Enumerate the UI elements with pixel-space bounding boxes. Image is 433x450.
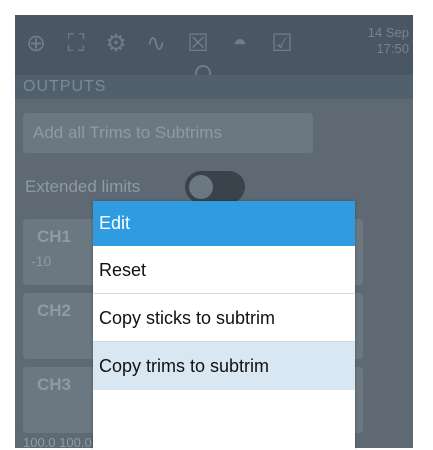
edit-menu: Edit Reset Copy sticks to subtrim Copy t… bbox=[93, 201, 355, 450]
top-bar: ⊕ ⛶ ⚙ ∿ ☒ ◓ ☑ 14 Sep 17:50 bbox=[15, 15, 413, 81]
checklist-icon[interactable]: ☑ bbox=[267, 29, 297, 59]
channel-label: CH3 bbox=[37, 375, 72, 394]
toggle-knob bbox=[189, 175, 213, 199]
time-text: 17:50 bbox=[376, 41, 409, 56]
extended-limits-toggle[interactable] bbox=[185, 171, 245, 203]
telemetry-icon[interactable]: ◓ bbox=[225, 29, 255, 59]
page-title: OUTPUTS bbox=[15, 75, 413, 99]
date-text: 14 Sep bbox=[367, 25, 409, 40]
menu-title: Edit bbox=[93, 201, 355, 246]
outputs-icon[interactable]: ☒ bbox=[183, 29, 213, 59]
add-trims-to-subtrims-button[interactable]: Add all Trims to Subtrims bbox=[23, 113, 313, 153]
channel-label: CH2 bbox=[37, 301, 72, 320]
menu-item-reset[interactable]: Reset bbox=[93, 246, 355, 294]
menu-item-copy-trims-to-subtrim[interactable]: Copy trims to subtrim bbox=[93, 342, 355, 390]
model-icon[interactable]: ⛶ bbox=[61, 29, 91, 59]
channel-value: -10 bbox=[31, 253, 52, 269]
curves-icon[interactable]: ∿ bbox=[141, 29, 171, 59]
channel-label: CH1 bbox=[37, 227, 72, 246]
extended-limits-label: Extended limits bbox=[25, 177, 141, 196]
radio-icon[interactable]: ⊕ bbox=[21, 29, 51, 59]
mixer-icon[interactable]: ⚙ bbox=[101, 29, 131, 59]
menu-item-copy-sticks-to-subtrim[interactable]: Copy sticks to subtrim bbox=[93, 294, 355, 342]
date-time: 14 Sep 17:50 bbox=[368, 25, 409, 57]
